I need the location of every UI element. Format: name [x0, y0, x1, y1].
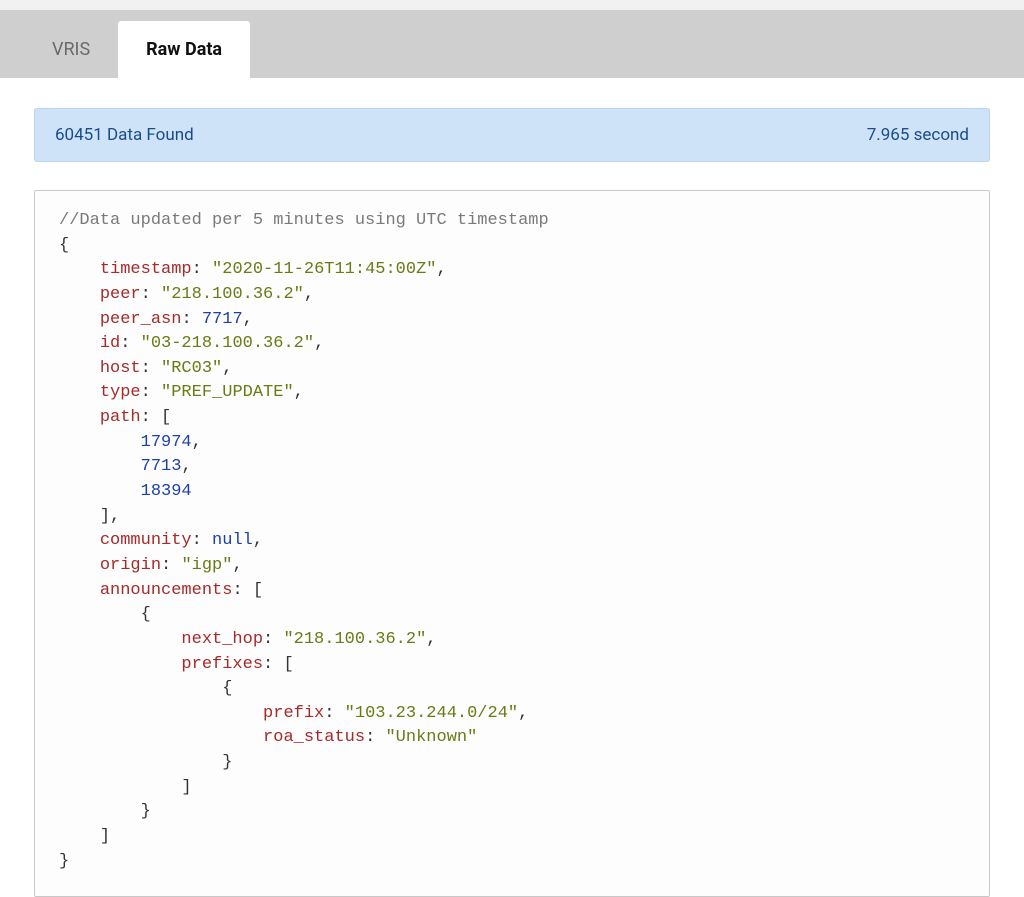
status-time: 7.965 second	[867, 125, 969, 145]
tab-vris[interactable]: VRIS	[24, 21, 118, 78]
content-area: 60451 Data Found 7.965 second //Data upd…	[0, 80, 1024, 897]
tab-raw-data[interactable]: Raw Data	[118, 21, 250, 78]
status-bar: 60451 Data Found 7.965 second	[34, 108, 990, 162]
status-count: 60451 Data Found	[55, 125, 194, 145]
top-strip	[0, 0, 1024, 10]
raw-data-code[interactable]: //Data updated per 5 minutes using UTC t…	[34, 190, 990, 897]
tab-bar: VRIS Raw Data	[0, 10, 1024, 80]
